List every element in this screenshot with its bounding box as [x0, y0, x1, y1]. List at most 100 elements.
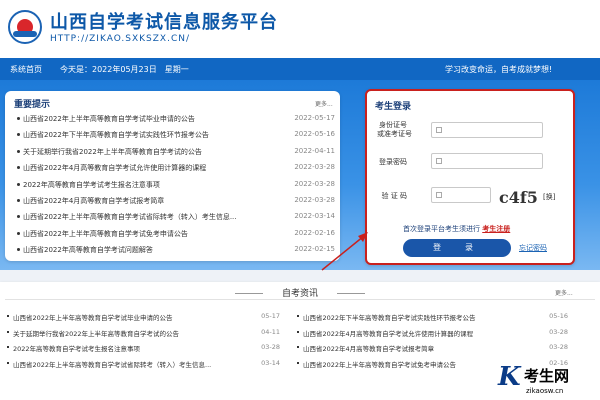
news-item[interactable]: 山西省2022年4月高等教育自学考试允许使用计算器的课程 03-28: [295, 325, 568, 338]
item-title[interactable]: 山西省2022年下半年高等教育自学考试实践性环节报考公告: [303, 312, 523, 322]
item-title[interactable]: 山西省2022年高等教育自学考试问题解答: [23, 245, 268, 255]
item-title[interactable]: 关于延期举行我省2022年上半年高等教育自学考试的公告: [23, 147, 268, 157]
bullet-icon: [297, 361, 299, 364]
news-item[interactable]: 关于延期举行我省2022年上半年高等教育自学考试的公告 04-11: [5, 325, 280, 338]
site-logo-icon[interactable]: [8, 10, 42, 44]
notice-item[interactable]: 山西省2022年4月高等教育自学考试允许使用计算器的课程 2022-03-28: [17, 161, 335, 174]
nav-home-link[interactable]: 系统首页: [10, 64, 42, 75]
item-title[interactable]: 山西省2022年上半年高等教育自学考试免考申请公告: [23, 229, 268, 239]
captcha-input[interactable]: [431, 187, 491, 203]
news-item[interactable]: 山西省2022年上半年高等教育自学考试毕业申请的公告 05-17: [5, 309, 280, 322]
item-date: 2022-03-28: [294, 179, 335, 188]
bullet-icon: [7, 315, 9, 317]
watermark-url: zikaosw.cn: [526, 387, 564, 395]
login-button[interactable]: 登 录: [403, 239, 511, 257]
news-item[interactable]: 山西省2022年上半年高等教育自学考试省际转考（转入）考生信息... 03-14: [5, 356, 280, 369]
watermark-logo: K 考生网 zikaosw.cn: [498, 362, 600, 400]
news-divider: [5, 299, 595, 300]
item-title[interactable]: 关于延期举行我省2022年上半年高等教育自学考试的公告: [13, 328, 233, 338]
bullet-icon: [17, 166, 20, 170]
item-date: 2022-04-11: [294, 146, 335, 155]
notice-item[interactable]: 山西省2022年4月高等教育自学考试报考简章 2022-03-28: [17, 194, 335, 207]
notice-item[interactable]: 山西省2022年上半年高等教育自学考试省际转考（转入）考生信息... 2022-0…: [17, 210, 335, 223]
id-number-label-line1: 身份证号: [379, 121, 407, 129]
notice-item[interactable]: 2022年高等教育自学考试考生报名注意事项 2022-03-28: [17, 178, 335, 191]
item-date: 2022-03-28: [294, 163, 335, 172]
first-login-tip-text: 首次登录平台考生须进行: [403, 225, 480, 233]
bullet-icon: [297, 346, 299, 348]
notice-more-link[interactable]: 更多...: [315, 99, 333, 108]
slogan-text: 学习改变命运，自考成就梦想!: [445, 65, 553, 74]
id-number-label: 身份证号 或准考证号: [377, 121, 412, 139]
item-title[interactable]: 山西省2022年上半年高等教育自学考试省际转考（转入）考生信息...: [13, 359, 233, 369]
item-date: 03-28: [261, 343, 280, 351]
login-title: 考生登录: [375, 102, 412, 112]
watermark-brand: 考生网: [524, 367, 570, 385]
bullet-icon: [7, 361, 9, 364]
item-title[interactable]: 山西省2022年上半年高等教育自学考试省际转考（转入）考生信息...: [23, 212, 268, 222]
notice-item[interactable]: 关于延期举行我省2022年上半年高等教育自学考试的公告 2022-04-11: [17, 145, 335, 158]
notice-panel: 重要提示 更多... 山西省2022年上半年高等教育自学考试毕业申请的公告 202…: [5, 91, 340, 261]
captcha-refresh-link[interactable]: [换]: [543, 192, 555, 202]
notice-title: 重要提示: [14, 100, 51, 110]
item-date: 2022-02-15: [294, 245, 335, 254]
site-header: 山西自学考试信息服务平台 HTTP://ZIKAO.SXKSZX.CN/: [0, 0, 600, 58]
item-date: 2022-03-14: [294, 212, 335, 221]
login-panel: 考生登录 身份证号 或准考证号 登录密码 验 证 码 c4f5 [换] 首次登录…: [365, 89, 575, 265]
bullet-icon: [17, 149, 20, 153]
bullet-icon: [17, 133, 20, 137]
user-icon: [436, 127, 442, 133]
forgot-password-link[interactable]: 忘记密码: [519, 243, 547, 253]
news-more-link[interactable]: 更多...: [555, 288, 573, 297]
register-link[interactable]: 考生注册: [482, 225, 510, 233]
item-date: 05-16: [549, 312, 568, 320]
news-item[interactable]: 山西省2022年4月高等教育自学考试报考简章 03-28: [295, 340, 568, 353]
bullet-icon: [17, 182, 20, 186]
password-input[interactable]: [431, 153, 543, 169]
item-date: 2022-03-28: [294, 196, 335, 204]
item-title[interactable]: 山西省2022年4月高等教育自学考试报考简章: [23, 196, 268, 206]
watermark-k-icon: K: [498, 362, 521, 392]
notice-item[interactable]: 山西省2022年下半年高等教育自学考试实践性环节报考公告 2022-05-16: [17, 128, 335, 141]
item-title[interactable]: 山西省2022年上半年高等教育自学考试免考申请公告: [303, 359, 523, 369]
item-date: 2022-02-16: [294, 228, 335, 237]
captcha-label: 验 证 码: [381, 192, 407, 200]
bullet-icon: [17, 215, 20, 219]
bullet-icon: [17, 248, 20, 252]
item-date: 2022-05-17: [294, 114, 335, 122]
notice-item[interactable]: 山西省2022年高等教育自学考试问题解答 2022-02-15: [17, 243, 335, 256]
item-title[interactable]: 2022年高等教育自学考试考生报名注意事项: [13, 343, 233, 353]
notice-item[interactable]: 山西省2022年上半年高等教育自学考试毕业申请的公告 2022-05-17: [17, 112, 335, 125]
item-title[interactable]: 山西省2022年上半年高等教育自学考试毕业申请的公告: [23, 114, 268, 124]
bullet-icon: [17, 231, 20, 235]
nav-bar: 系统首页 今天是：2022年05月23日 星期一 学习改变命运，自考成就梦想!: [0, 58, 600, 80]
captcha-image[interactable]: c4f5: [499, 188, 538, 207]
item-date: 03-28: [549, 343, 568, 351]
id-number-label-line2: 或准考证号: [377, 130, 412, 138]
notice-item[interactable]: 山西省2022年上半年高等教育自学考试免考申请公告 2022-02-16: [17, 227, 335, 240]
site-title[interactable]: 山西自学考试信息服务平台: [50, 8, 278, 34]
id-number-input[interactable]: [431, 122, 543, 138]
news-item[interactable]: 2022年高等教育自学考试考生报名注意事项 03-28: [5, 340, 280, 353]
item-date: 04-11: [261, 327, 280, 336]
key-icon: [436, 192, 442, 198]
item-title[interactable]: 山西省2022年下半年高等教育自学考试实践性环节报考公告: [23, 130, 268, 140]
item-date: 05-17: [261, 312, 280, 320]
lock-icon: [436, 158, 442, 164]
item-title[interactable]: 山西省2022年4月高等教育自学考试报考简章: [303, 343, 523, 353]
item-title[interactable]: 山西省2022年4月高等教育自学考试允许使用计算器的课程: [23, 163, 268, 173]
site-url: HTTP://ZIKAO.SXKSZX.CN/: [50, 34, 191, 44]
today-date-text: 今天是：2022年05月23日 星期一: [60, 65, 189, 74]
item-date: 03-28: [549, 327, 568, 336]
first-login-tip: 首次登录平台考生须进行 考生注册: [403, 224, 510, 234]
news-item[interactable]: 山西省2022年下半年高等教育自学考试实践性环节报考公告 05-16: [295, 309, 568, 322]
bullet-icon: [7, 346, 9, 348]
item-title[interactable]: 山西省2022年上半年高等教育自学考试毕业申请的公告: [13, 312, 233, 322]
password-label: 登录密码: [379, 158, 407, 166]
item-title[interactable]: 山西省2022年4月高等教育自学考试允许使用计算器的课程: [303, 328, 523, 338]
item-title[interactable]: 2022年高等教育自学考试考生报名注意事项: [23, 180, 268, 190]
item-date: 2022-05-16: [294, 130, 335, 139]
item-date: 03-14: [261, 358, 280, 367]
bullet-icon: [297, 330, 299, 333]
bullet-icon: [7, 330, 9, 333]
